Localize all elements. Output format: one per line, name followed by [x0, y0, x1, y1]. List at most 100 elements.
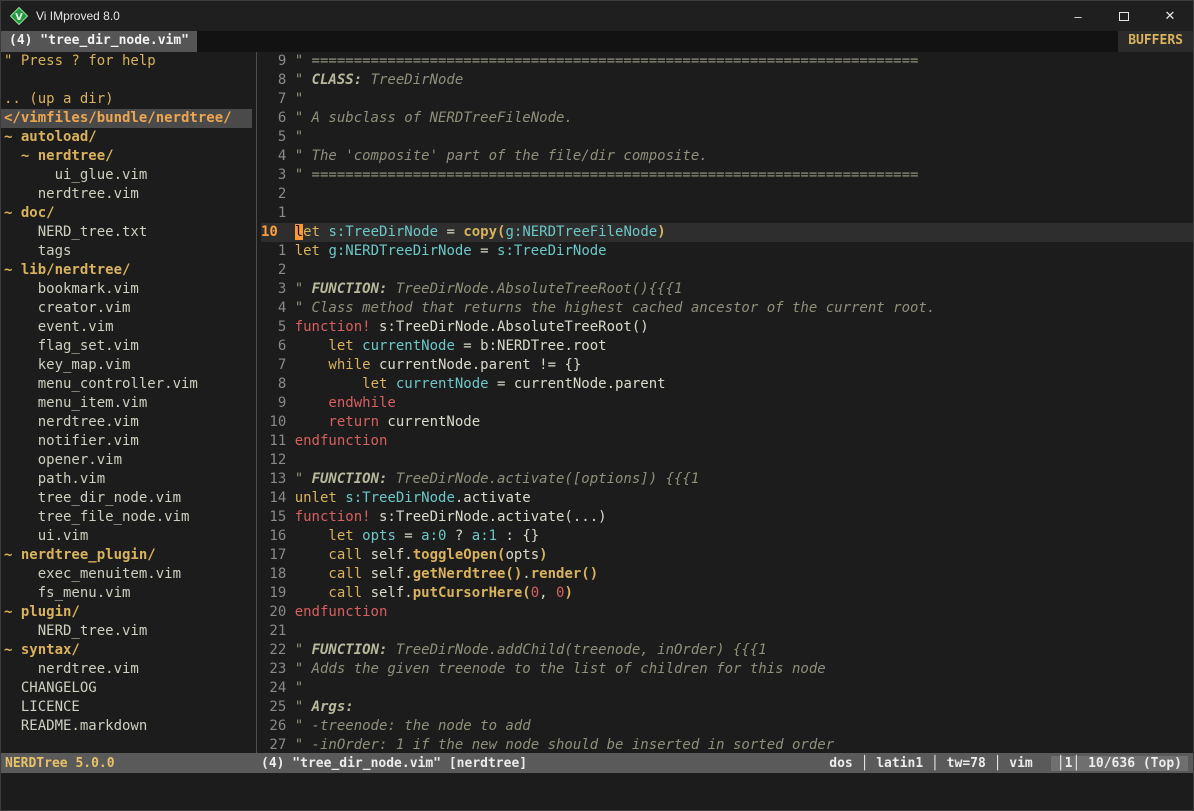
code-line[interactable]: 8" CLASS: TreeDirNode	[261, 71, 1193, 90]
tree-item[interactable]: ~ syntax/	[4, 641, 252, 660]
close-button[interactable]: ✕	[1147, 1, 1193, 31]
code-line[interactable]: 3" FUNCTION: TreeDirNode.AbsoluteTreeRoo…	[261, 280, 1193, 299]
code-line[interactable]: 11endfunction	[261, 432, 1193, 451]
code-line-current[interactable]: 10let s:TreeDirNode = copy(g:NERDTreeFil…	[261, 223, 1193, 242]
code-line[interactable]: 27" -inOrder: 1 if the new node should b…	[261, 736, 1193, 753]
code-line[interactable]: 19 call self.putCursorHere(0, 0)	[261, 584, 1193, 603]
tree-item[interactable]: " Press ? for help	[4, 52, 252, 71]
code-line[interactable]: 7 while currentNode.parent != {}	[261, 356, 1193, 375]
command-line[interactable]	[1, 773, 1193, 810]
tree-item[interactable]: .. (up a dir)	[4, 90, 252, 109]
code-text: " FUNCTION: TreeDirNode.AbsoluteTreeRoot…	[295, 281, 683, 297]
nerdtree-pane: " Press ? for help .. (up a dir)</vimfile…	[1, 52, 252, 753]
line-number: 8	[261, 71, 286, 90]
close-icon: ✕	[1165, 8, 1176, 24]
tree-item[interactable]: creator.vim	[4, 299, 252, 318]
file-format-encoding: dos │ latin1 │ tw=78 │ vim	[829, 756, 1033, 771]
line-number: 5	[261, 318, 286, 337]
tree-item[interactable]: nerdtree.vim	[4, 660, 252, 679]
tree-item[interactable]: menu_item.vim	[4, 394, 252, 413]
tree-item[interactable]: ui_glue.vim	[4, 166, 252, 185]
tree-item[interactable]: ~ nerdtree/	[4, 147, 252, 166]
code-line[interactable]: 20endfunction	[261, 603, 1193, 622]
tree-item[interactable]: ~ autoload/	[4, 128, 252, 147]
code-text: while currentNode.parent != {}	[295, 357, 582, 373]
tree-item[interactable]: CHANGELOG	[4, 679, 252, 698]
tree-item[interactable]: exec_menuitem.vim	[4, 565, 252, 584]
line-number: 7	[261, 90, 286, 109]
code-line[interactable]: 21	[261, 622, 1193, 641]
line-number: 23	[261, 660, 286, 679]
tree-item[interactable]: ui.vim	[4, 527, 252, 546]
tab-tree-dir-node[interactable]: (4) "tree_dir_node.vim"	[1, 31, 197, 52]
tree-item[interactable]: path.vim	[4, 470, 252, 489]
tree-root-path[interactable]: </vimfiles/bundle/nerdtree/	[1, 109, 252, 128]
line-number: 6	[261, 109, 286, 128]
tree-item[interactable]: flag_set.vim	[4, 337, 252, 356]
code-line[interactable]: 10 return currentNode	[261, 413, 1193, 432]
code-line[interactable]: 4" The 'composite' part of the file/dir …	[261, 147, 1193, 166]
tree-item[interactable]: key_map.vim	[4, 356, 252, 375]
code-line[interactable]: 22" FUNCTION: TreeDirNode.addChild(treen…	[261, 641, 1193, 660]
tree-item[interactable]: ~ plugin/	[4, 603, 252, 622]
code-text: let currentNode = currentNode.parent	[295, 376, 666, 392]
code-line[interactable]: 15function! s:TreeDirNode.activate(...)	[261, 508, 1193, 527]
code-text: let currentNode = b:NERDTree.root	[295, 338, 607, 354]
code-line[interactable]: 23" Adds the given treenode to the list …	[261, 660, 1193, 679]
code-line[interactable]: 14unlet s:TreeDirNode.activate	[261, 489, 1193, 508]
tree-item[interactable]: ~ doc/	[4, 204, 252, 223]
cursor-block: l	[295, 224, 303, 240]
code-text: " Args:	[295, 699, 354, 715]
tree-item[interactable]: NERD_tree.vim	[4, 622, 252, 641]
tree-item[interactable]: tree_file_node.vim	[4, 508, 252, 527]
line-number: 4	[261, 299, 286, 318]
vim-icon: V	[10, 7, 28, 25]
tree-item[interactable]: LICENCE	[4, 698, 252, 717]
tree-item[interactable]: nerdtree.vim	[4, 413, 252, 432]
code-line[interactable]: 6" A subclass of NERDTreeFileNode.	[261, 109, 1193, 128]
code-line[interactable]: 24"	[261, 679, 1193, 698]
code-line[interactable]: 9" =====================================…	[261, 52, 1193, 71]
tree-item[interactable]: ~ nerdtree_plugin/	[4, 546, 252, 565]
code-line[interactable]: 18 call self.getNerdtree().render()	[261, 565, 1193, 584]
code-line[interactable]: 4" Class method that returns the highest…	[261, 299, 1193, 318]
tree-item[interactable]: nerdtree.vim	[4, 185, 252, 204]
titlebar: V Vi IMproved 8.0 – ✕	[1, 1, 1193, 31]
tree-item[interactable]: event.vim	[4, 318, 252, 337]
code-line[interactable]: 17 call self.toggleOpen(opts)	[261, 546, 1193, 565]
code-line[interactable]: 13" FUNCTION: TreeDirNode.activate([opti…	[261, 470, 1193, 489]
code-line[interactable]: 5"	[261, 128, 1193, 147]
code-line[interactable]: 1	[261, 204, 1193, 223]
code-line[interactable]: 9 endwhile	[261, 394, 1193, 413]
code-text: "	[295, 129, 303, 145]
code-line[interactable]: 3" =====================================…	[261, 166, 1193, 185]
code-line[interactable]: 6 let currentNode = b:NERDTree.root	[261, 337, 1193, 356]
vertical-split-handle[interactable]	[252, 52, 261, 753]
tree-item[interactable]: tree_dir_node.vim	[4, 489, 252, 508]
tree-item[interactable]: ~ lib/nerdtree/	[4, 261, 252, 280]
tree-item[interactable]	[4, 71, 252, 90]
editor-buffer: 9" =====================================…	[261, 52, 1193, 753]
tree-item[interactable]: bookmark.vim	[4, 280, 252, 299]
tree-item[interactable]: notifier.vim	[4, 432, 252, 451]
maximize-button[interactable]	[1101, 1, 1147, 31]
code-line[interactable]: 7"	[261, 90, 1193, 109]
tree-item[interactable]: NERD_tree.txt	[4, 223, 252, 242]
tree-item[interactable]: fs_menu.vim	[4, 584, 252, 603]
minimize-button[interactable]: –	[1055, 1, 1101, 31]
code-line[interactable]: 12	[261, 451, 1193, 470]
tree-item[interactable]: tags	[4, 242, 252, 261]
code-line[interactable]: 8 let currentNode = currentNode.parent	[261, 375, 1193, 394]
tree-item[interactable]: opener.vim	[4, 451, 252, 470]
tree-item[interactable]: README.markdown	[4, 717, 252, 736]
code-text: call self.getNerdtree().render()	[295, 566, 598, 582]
code-line[interactable]: 5function! s:TreeDirNode.AbsoluteTreeRoo…	[261, 318, 1193, 337]
code-line[interactable]: 25" Args:	[261, 698, 1193, 717]
code-line[interactable]: 1let g:NERDTreeDirNode = s:TreeDirNode	[261, 242, 1193, 261]
code-line[interactable]: 2	[261, 261, 1193, 280]
code-line[interactable]: 16 let opts = a:0 ? a:1 : {}	[261, 527, 1193, 546]
line-number: 8	[261, 375, 286, 394]
code-line[interactable]: 26" -treenode: the node to add	[261, 717, 1193, 736]
tree-item[interactable]: menu_controller.vim	[4, 375, 252, 394]
code-line[interactable]: 2	[261, 185, 1193, 204]
